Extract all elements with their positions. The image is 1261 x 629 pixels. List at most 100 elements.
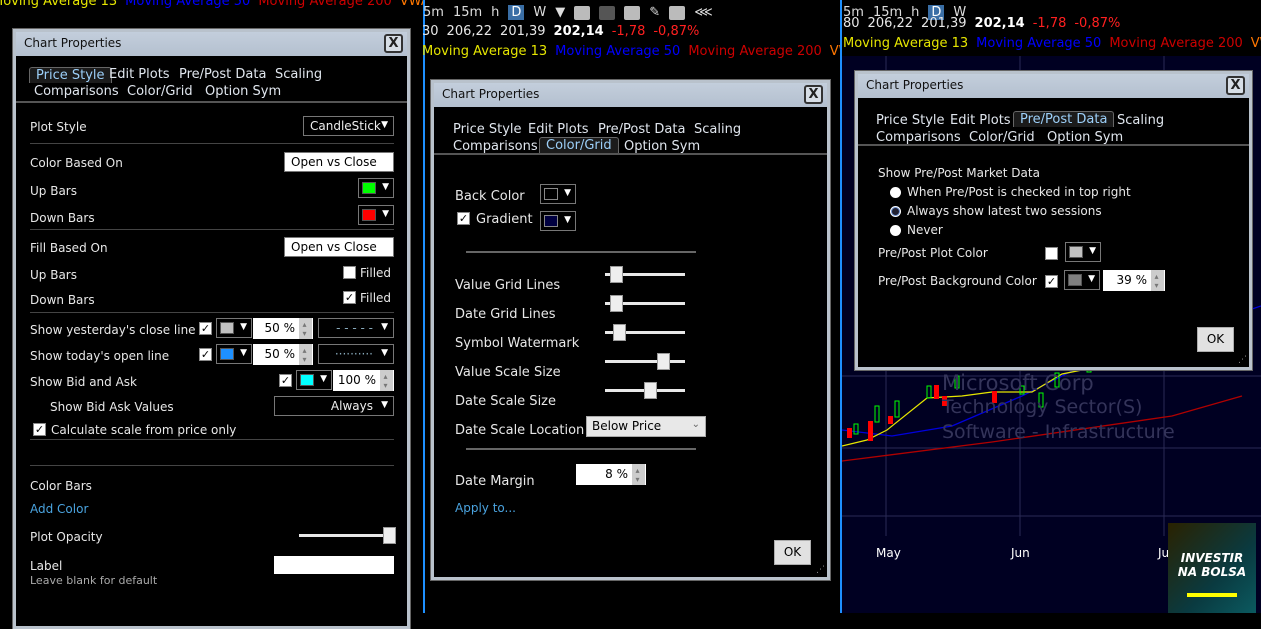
bid-ask-opacity[interactable]: 100 % [333,370,394,391]
study-ma200[interactable]: Moving Average 200 [1109,36,1242,51]
gradient-color-picker[interactable] [540,211,576,231]
dialog-titlebar[interactable]: Chart Properties X [434,83,827,107]
down-bars-color-picker[interactable] [358,205,394,225]
symbol-watermark-label: Symbol Watermark [455,336,580,351]
ok-button[interactable]: OK [1197,327,1234,352]
today-open-checkbox[interactable]: ✓ [199,348,212,361]
down-bars-filled-checkbox[interactable]: ✓ [343,291,356,304]
prepost-plot-color-picker[interactable] [1065,242,1101,262]
today-open-opacity[interactable]: 50 % [253,344,313,365]
tab-scaling[interactable]: Scaling [694,122,741,137]
date-label-may: May [876,546,901,560]
plot-style-select[interactable]: CandleStick [303,116,394,136]
tf-5m[interactable]: 5m [423,5,444,20]
date-scale-location-select[interactable]: Below Price ⌄ [586,416,706,437]
close-button[interactable]: X [1226,76,1245,95]
tf-dropdown-icon[interactable]: ▼ [555,5,565,20]
yesterday-close-opacity[interactable]: 50 % [253,318,313,339]
tf-15m[interactable]: 15m [453,5,482,20]
ok-button[interactable]: OK [774,540,811,565]
label-input[interactable] [274,556,394,574]
apply-to-link[interactable]: Apply to... [455,501,516,515]
folder-icon[interactable] [669,5,686,20]
radio-never[interactable] [890,225,901,236]
back-color-picker[interactable] [540,184,576,204]
tab-color-grid[interactable]: Color/Grid [127,84,193,99]
study-ma200[interactable]: Moving Average 200 [258,0,391,9]
tab-scaling[interactable]: Scaling [1117,113,1164,128]
bid-ask-values-select[interactable]: Always [274,396,394,416]
date-margin-input[interactable]: 8 % [576,464,646,485]
tab-pre-post-data[interactable]: Pre/Post Data [1013,111,1115,127]
tf-day[interactable]: D [508,5,525,20]
bid-ask-color-picker[interactable] [296,370,332,390]
tf-hour[interactable]: h [491,5,499,20]
study-vwap[interactable]: VWAP [1251,36,1261,51]
date-grid-lines-slider[interactable] [605,295,685,312]
plot-opacity-slider[interactable] [299,527,396,544]
tab-option-sym[interactable]: Option Sym [1047,130,1123,145]
today-open-color-picker[interactable] [216,344,252,364]
resize-grip[interactable]: ⋰ [1238,355,1247,365]
yesterday-close-checkbox[interactable]: ✓ [199,322,212,335]
study-ma50[interactable]: Moving Average 50 [976,36,1101,51]
tf-week[interactable]: W [533,5,546,20]
color-based-on-select[interactable]: Open vs Close [284,152,394,172]
dialog-titlebar[interactable]: Chart Properties X [16,32,407,56]
tab-comparisons[interactable]: Comparisons [876,130,961,145]
logo-line1: INVESTIR [1180,551,1244,565]
quote-row: 80 206,22 201,39 202,14 -1,78 -0,87% [843,16,1120,31]
tab-price-style[interactable]: Price Style [453,122,522,137]
tab-edit-plots[interactable]: Edit Plots [950,113,1011,128]
close-button[interactable]: X [804,85,823,104]
value-grid-lines-slider[interactable] [605,266,685,283]
dialog-titlebar[interactable]: Chart Properties X [858,74,1249,98]
study-ma50[interactable]: Moving Average 50 [125,0,250,9]
text-tool-icon[interactable] [574,5,591,20]
tab-price-style[interactable]: Price Style [876,113,945,128]
yesterday-close-color-picker[interactable] [216,318,252,338]
tab-edit-plots[interactable]: Edit Plots [109,67,170,82]
tab-comparisons[interactable]: Comparisons [453,139,538,154]
tab-color-grid[interactable]: Color/Grid [969,130,1035,145]
prepost-bg-color-checkbox[interactable]: ✓ [1045,275,1058,288]
calendar-add-icon[interactable] [624,5,641,20]
today-open-line-style[interactable]: ·········· [318,344,394,364]
tab-comparisons[interactable]: Comparisons [34,84,119,99]
share-icon[interactable]: ⋘ [694,5,713,20]
tab-pre-post-data[interactable]: Pre/Post Data [179,67,266,82]
yesterday-close-line-style[interactable]: - - - - - [318,318,394,338]
tab-option-sym[interactable]: Option Sym [624,139,700,154]
date-scale-size-slider[interactable] [605,382,685,399]
prepost-bg-color-picker[interactable] [1064,270,1100,290]
resize-grip[interactable]: ⋰ [816,565,825,575]
quote-change: -1,78 [611,24,646,39]
symbol-watermark-slider[interactable] [605,324,685,341]
prepost-bg-opacity[interactable]: 39 % [1103,270,1165,291]
study-ma50[interactable]: Moving Average 50 [555,44,680,59]
study-ma13[interactable]: Moving Average 13 [0,0,117,9]
radio-when-checked[interactable] [890,187,901,198]
gradient-checkbox[interactable]: ✓ [457,212,470,225]
study-ma13[interactable]: Moving Average 13 [843,36,968,51]
value-scale-size-slider[interactable] [605,353,685,370]
close-button[interactable]: X [384,34,403,53]
radio-always-show[interactable] [890,206,901,217]
study-ma200[interactable]: Moving Average 200 [688,44,821,59]
tab-edit-plots[interactable]: Edit Plots [528,122,589,137]
tab-color-grid[interactable]: Color/Grid [539,137,619,153]
tab-scaling[interactable]: Scaling [275,67,322,82]
bid-ask-checkbox[interactable]: ✓ [279,374,292,387]
add-color-link[interactable]: Add Color [30,502,88,516]
tab-price-style[interactable]: Price Style [29,67,112,83]
study-ma13[interactable]: Moving Average 13 [422,44,547,59]
fill-based-on-select[interactable]: Open vs Close [284,237,394,257]
bar-chart-icon[interactable] [599,5,616,20]
calc-scale-checkbox[interactable]: ✓ [33,423,46,436]
up-bars-filled-checkbox[interactable] [343,266,356,279]
tab-pre-post-data[interactable]: Pre/Post Data [598,122,685,137]
up-bars-color-picker[interactable] [358,178,394,198]
tab-option-sym[interactable]: Option Sym [205,84,281,99]
pencil-icon[interactable]: ✎ [649,5,660,20]
prepost-plot-color-checkbox[interactable] [1045,247,1058,260]
